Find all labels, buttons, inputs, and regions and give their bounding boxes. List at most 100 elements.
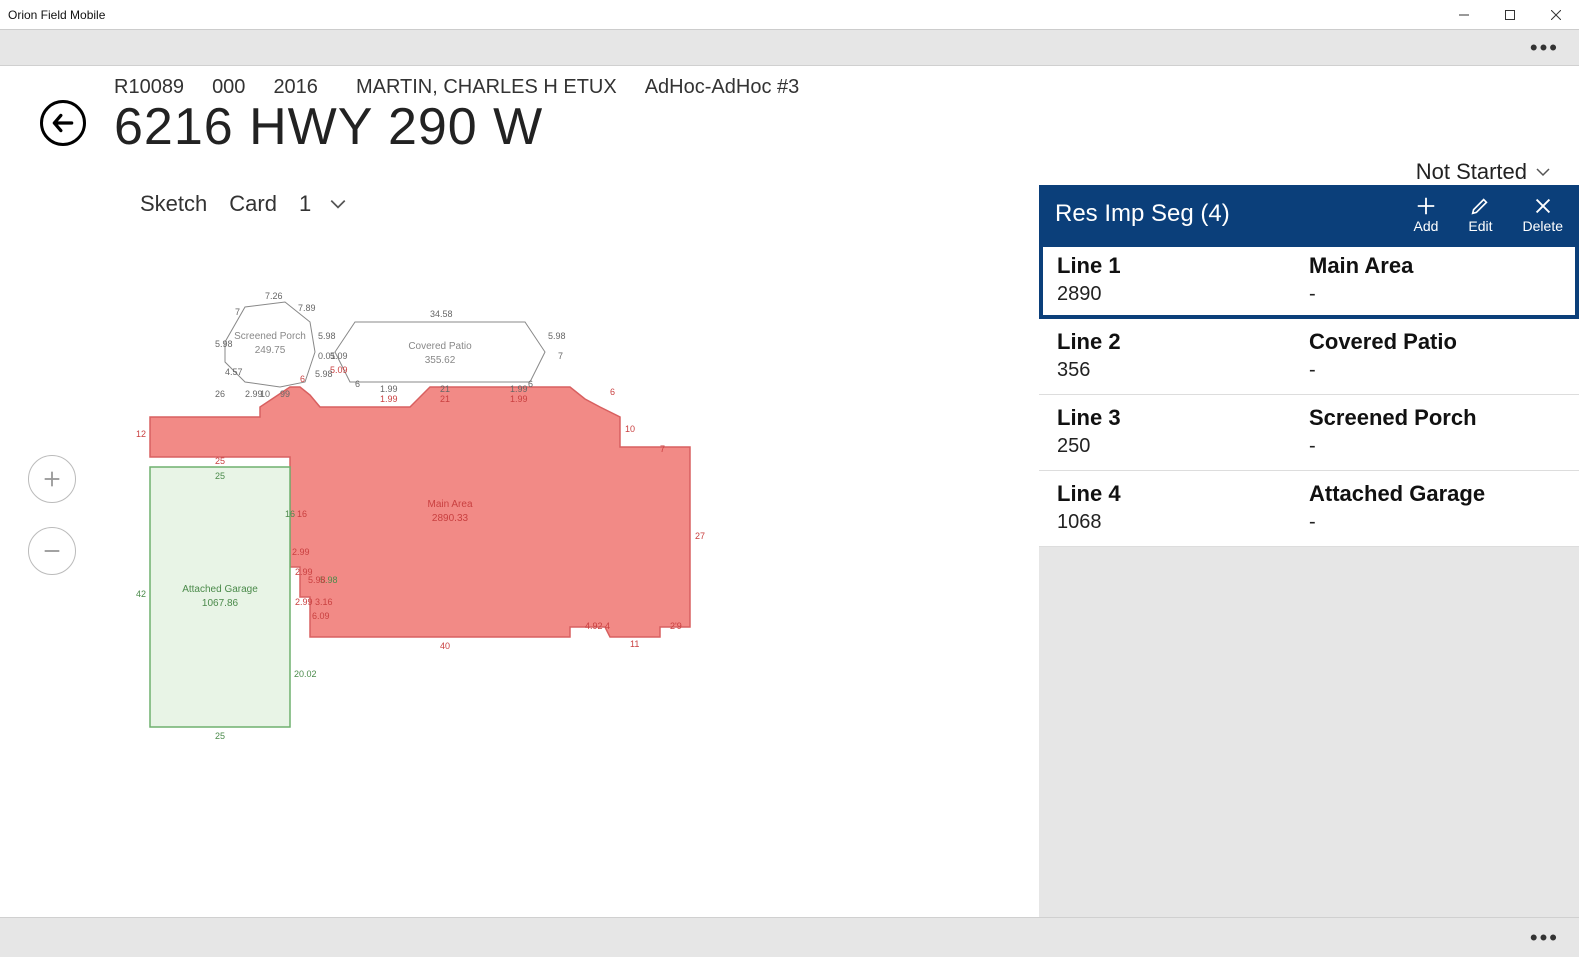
svg-text:21: 21	[440, 394, 450, 404]
svg-text:25: 25	[215, 456, 225, 466]
svg-text:1.99: 1.99	[380, 394, 398, 404]
svg-text:42: 42	[136, 589, 146, 599]
svg-text:7: 7	[235, 307, 240, 317]
svg-text:7.26: 7.26	[265, 291, 283, 301]
pencil-icon	[1469, 195, 1491, 217]
porch-label: Screened Porch	[234, 331, 306, 342]
svg-text:6: 6	[610, 387, 615, 397]
edit-button[interactable]: Edit	[1468, 195, 1492, 233]
svg-text:5.09: 5.09	[330, 365, 348, 375]
plus-icon	[1415, 195, 1437, 217]
segment-row[interactable]: Line 4Attached Garage1068-	[1039, 471, 1579, 547]
delete-button[interactable]: Delete	[1523, 195, 1563, 233]
command-bar-bottom: •••	[0, 917, 1579, 957]
close-button[interactable]	[1533, 0, 1579, 29]
svg-text:1.99: 1.99	[380, 384, 398, 394]
main-area-value: 2890.33	[432, 513, 469, 524]
svg-text:2.99: 2.99	[295, 597, 313, 607]
svg-text:5.98: 5.98	[308, 575, 326, 585]
command-bar-top: •••	[0, 30, 1579, 66]
segment-row[interactable]: Line 3Screened Porch250-	[1039, 395, 1579, 471]
svg-text:5.98: 5.98	[215, 339, 233, 349]
segment-line: Line 4	[1057, 481, 1309, 507]
card-number: 1	[299, 191, 311, 217]
svg-text:34.58: 34.58	[430, 309, 453, 319]
back-button[interactable]	[40, 100, 86, 146]
segment-row[interactable]: Line 1Main Area2890-	[1039, 243, 1579, 319]
page-header: R10089 000 2016 MARTIN, CHARLES H ETUX A…	[0, 66, 1579, 157]
status-row: Not Started	[0, 157, 1579, 185]
segment-line: Line 1	[1057, 253, 1309, 279]
svg-text:4.57: 4.57	[225, 367, 243, 377]
assignment-label: AdHoc-AdHoc #3	[645, 76, 800, 99]
svg-text:21: 21	[440, 384, 450, 394]
zoom-controls	[28, 455, 76, 575]
sketch-toolbar: Sketch Card 1	[40, 185, 1039, 227]
svg-text:6: 6	[355, 379, 360, 389]
segment-extra: -	[1309, 283, 1561, 306]
window-controls	[1441, 0, 1579, 29]
svg-text:11: 11	[630, 639, 639, 649]
sketch-panel: Sketch Card 1 Main Area 2890.33 Attached…	[0, 185, 1039, 924]
segment-panel: Res Imp Seg (4) Add Edit Delete Line 1Ma…	[1039, 185, 1579, 924]
segment-line: Line 3	[1057, 405, 1309, 431]
breadcrumb: R10089 000 2016 MARTIN, CHARLES H ETUX A…	[114, 76, 799, 99]
svg-text:5.09: 5.09	[330, 351, 348, 361]
svg-text:7.89: 7.89	[298, 303, 316, 313]
svg-text:25: 25	[215, 471, 225, 481]
status-label: Not Started	[1416, 159, 1527, 185]
svg-text:25: 25	[215, 731, 225, 741]
svg-text:12: 12	[136, 429, 146, 439]
zoom-out-button[interactable]	[28, 527, 76, 575]
segment-value: 1068	[1057, 511, 1309, 534]
segment-extra: -	[1309, 511, 1561, 534]
svg-text:5.98: 5.98	[548, 331, 566, 341]
card-label: Card	[229, 191, 277, 217]
segment-type: Covered Patio	[1309, 329, 1561, 355]
maximize-button[interactable]	[1487, 0, 1533, 29]
porch-value: 249.75	[255, 345, 286, 356]
segment-value: 250	[1057, 435, 1309, 458]
garage-label: Attached Garage	[182, 584, 258, 595]
shape-covered-patio[interactable]	[335, 322, 545, 382]
add-button[interactable]: Add	[1413, 195, 1438, 233]
patio-label: Covered Patio	[408, 341, 472, 352]
window-title: Orion Field Mobile	[8, 8, 105, 22]
svg-text:20.02: 20.02	[294, 669, 317, 679]
titlebar: Orion Field Mobile	[0, 0, 1579, 30]
svg-text:16: 16	[297, 509, 307, 519]
svg-text:5.98: 5.98	[318, 331, 336, 341]
segment-extra: -	[1309, 435, 1561, 458]
segment-extra: -	[1309, 359, 1561, 382]
segment-value: 356	[1057, 359, 1309, 382]
svg-text:3.16: 3.16	[315, 597, 333, 607]
zoom-in-button[interactable]	[28, 455, 76, 503]
status-dropdown[interactable]: Not Started	[1416, 159, 1551, 185]
owner-name: MARTIN, CHARLES H ETUX	[356, 76, 617, 99]
card-selector[interactable]: 1	[299, 191, 347, 217]
svg-text:6: 6	[300, 374, 305, 384]
page-title: 6216 HWY 290 W	[114, 97, 799, 157]
chevron-down-icon	[329, 195, 347, 213]
svg-text:1.99: 1.99	[510, 384, 528, 394]
segment-row[interactable]: Line 2Covered Patio356-	[1039, 319, 1579, 395]
shape-attached-garage[interactable]	[150, 467, 290, 727]
svg-text:1.99: 1.99	[510, 394, 528, 404]
segment-panel-title: Res Imp Seg (4)	[1055, 200, 1230, 228]
main-area-label: Main Area	[427, 499, 472, 510]
arrow-left-icon	[50, 110, 76, 136]
svg-text:16: 16	[285, 509, 295, 519]
svg-text:7: 7	[558, 351, 563, 361]
segment-actions: Add Edit Delete	[1413, 195, 1563, 233]
svg-text:7: 7	[660, 444, 665, 454]
parcel-year: 2016	[273, 76, 318, 99]
svg-text:2'9: 2'9	[670, 621, 682, 631]
segment-value: 2890	[1057, 283, 1309, 306]
svg-text:6: 6	[528, 379, 533, 389]
chevron-down-icon	[1535, 164, 1551, 180]
svg-text:26: 26	[215, 389, 225, 399]
sketch-canvas[interactable]: Main Area 2890.33 Attached Garage 1067.8…	[40, 227, 1039, 924]
floor-plan-svg: Main Area 2890.33 Attached Garage 1067.8…	[130, 287, 730, 767]
svg-text:27: 27	[695, 531, 705, 541]
minimize-button[interactable]	[1441, 0, 1487, 29]
